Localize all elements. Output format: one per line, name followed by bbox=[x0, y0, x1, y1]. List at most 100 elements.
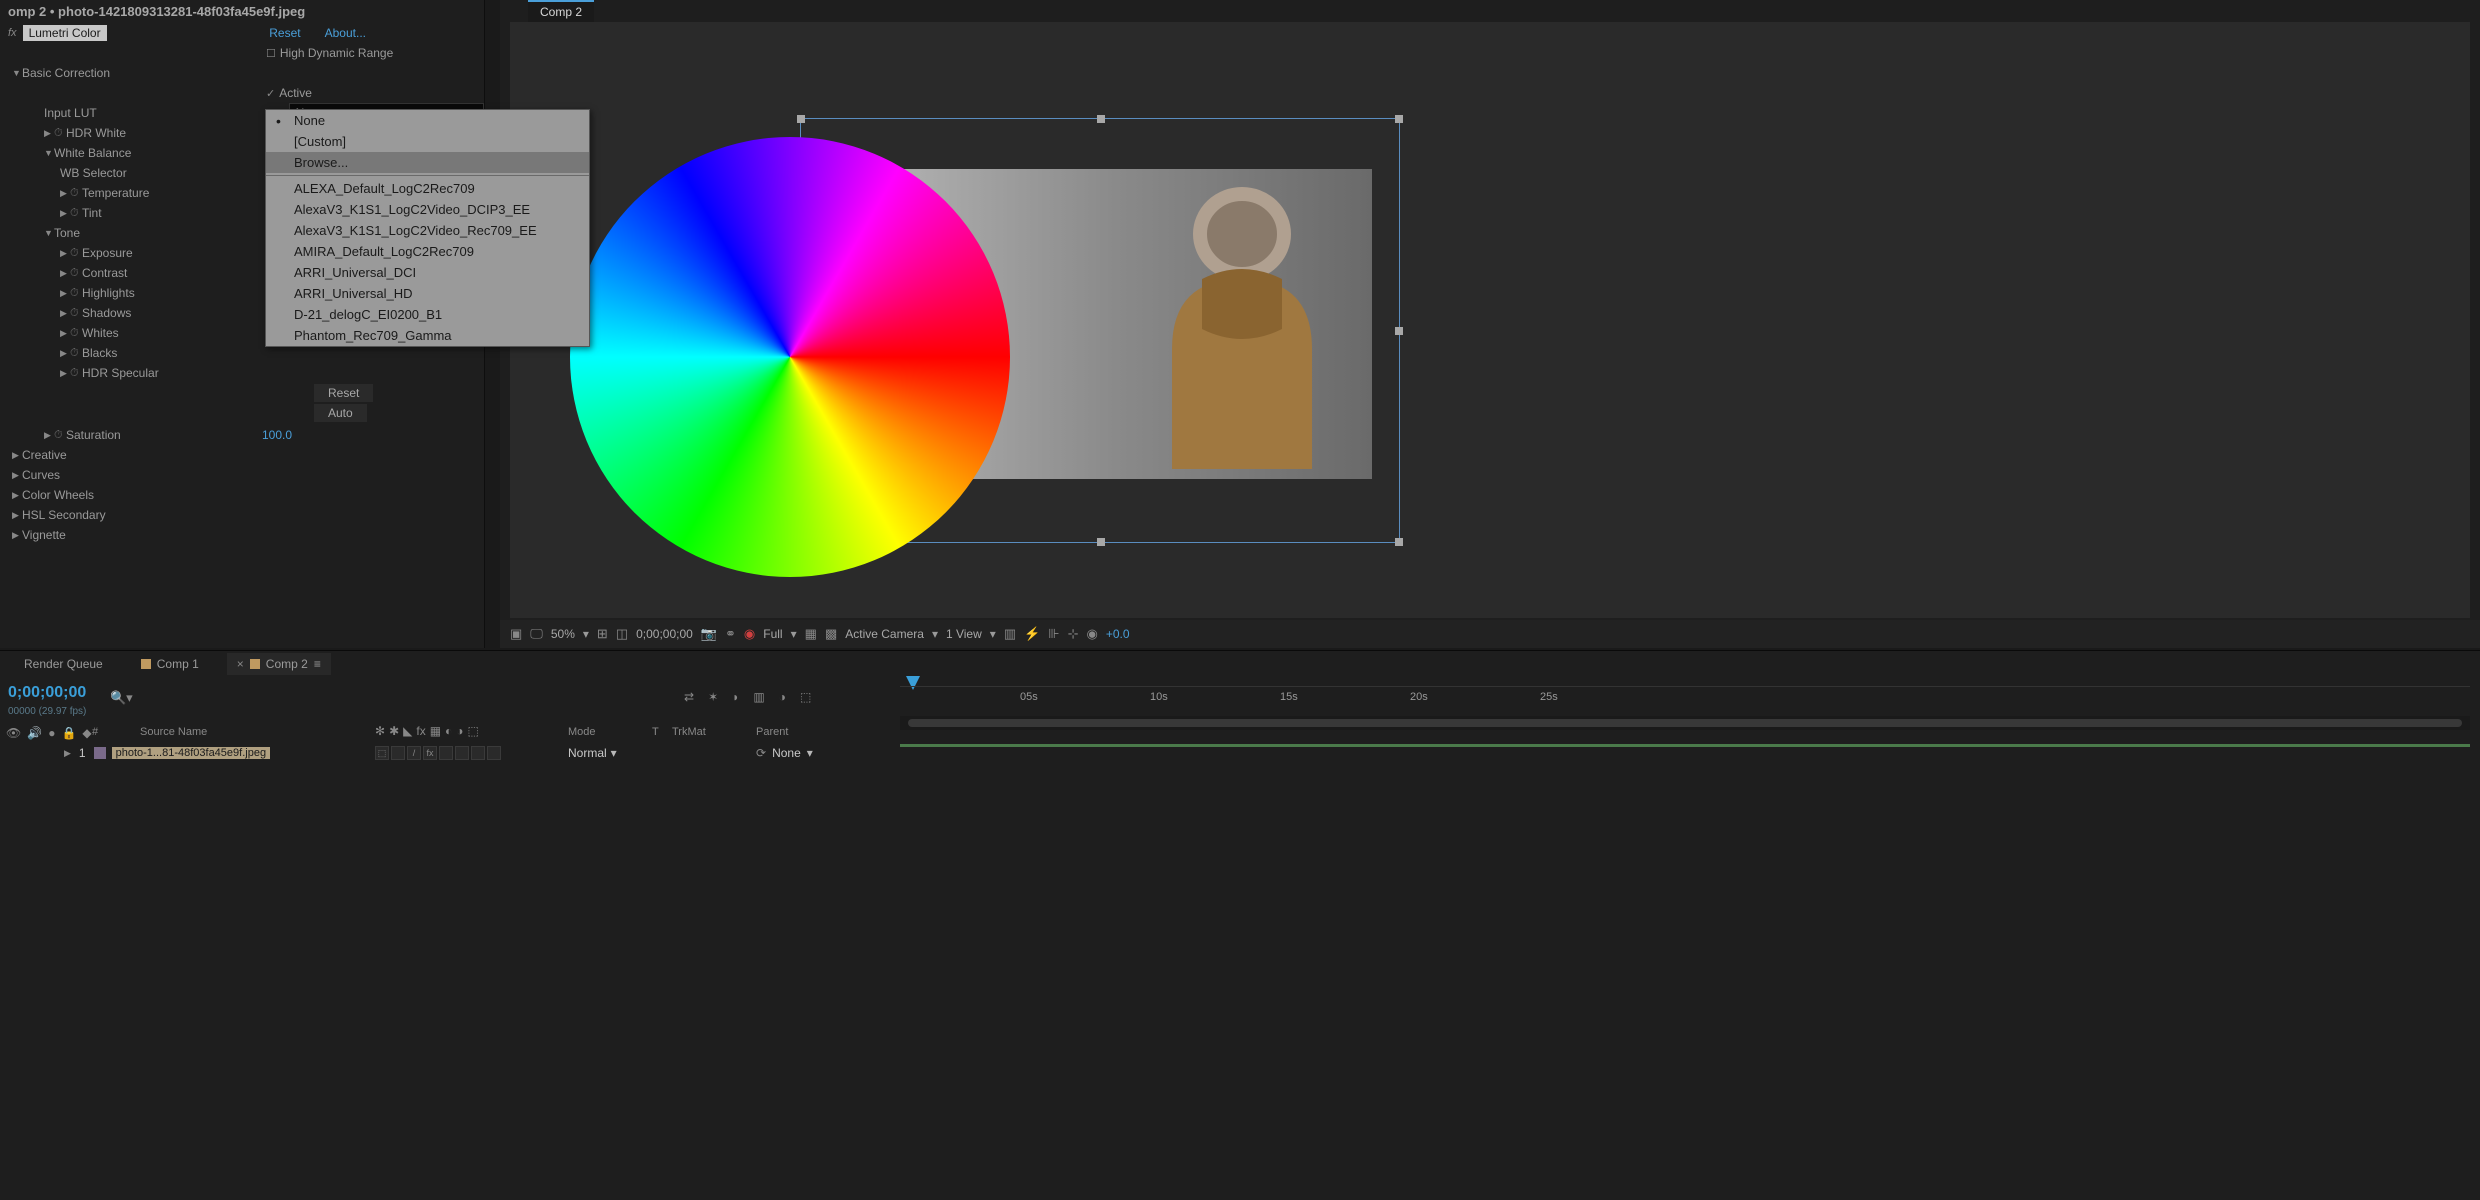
hsl-secondary-section[interactable]: HSL Secondary bbox=[22, 508, 106, 522]
draft-3d-icon[interactable]: ◑ bbox=[779, 690, 786, 704]
snapshot-icon[interactable]: ▣ bbox=[510, 626, 522, 642]
view-dropdown[interactable]: 1 View bbox=[946, 627, 982, 641]
audio-icon[interactable]: 🔊 bbox=[27, 726, 42, 740]
switch-header-icon[interactable]: ⬚ bbox=[468, 724, 479, 738]
disclosure-icon[interactable]: ▶ bbox=[44, 430, 54, 441]
disclosure-icon[interactable]: ▶ bbox=[60, 348, 70, 359]
switch-header-icon[interactable]: ◐ bbox=[445, 724, 452, 738]
disclosure-icon[interactable]: ▶ bbox=[12, 450, 22, 461]
lut-option[interactable]: ALEXA_Default_LogC2Rec709 bbox=[266, 178, 589, 199]
white-balance-section[interactable]: White Balance bbox=[54, 146, 131, 160]
curves-section[interactable]: Curves bbox=[22, 468, 60, 482]
disclosure-icon[interactable]: ▼ bbox=[12, 68, 22, 78]
lut-option[interactable]: AMIRA_Default_LogC2Rec709 bbox=[266, 241, 589, 262]
layer-switch[interactable]: fx bbox=[423, 746, 437, 760]
fast-preview-icon[interactable]: ⚡ bbox=[1024, 626, 1040, 642]
stopwatch-icon[interactable]: ⏱ bbox=[70, 327, 82, 340]
zoom-level[interactable]: 50% bbox=[551, 627, 575, 641]
stopwatch-icon[interactable]: ⏱ bbox=[70, 187, 82, 200]
selection-handle[interactable] bbox=[797, 115, 805, 123]
lut-option[interactable]: ARRI_Universal_HD bbox=[266, 283, 589, 304]
stopwatch-icon[interactable]: ⏱ bbox=[70, 307, 82, 320]
disclosure-icon[interactable]: ▶ bbox=[60, 308, 70, 319]
disclosure-icon[interactable]: ▼ bbox=[44, 148, 54, 158]
solo-icon[interactable]: ● bbox=[48, 726, 55, 740]
hdr-specular-prop[interactable]: HDR Specular bbox=[82, 366, 159, 380]
eye-icon[interactable]: 👁 bbox=[6, 726, 21, 740]
temperature-prop[interactable]: Temperature bbox=[82, 186, 149, 200]
selection-handle[interactable] bbox=[1395, 327, 1403, 335]
pickwhip-icon[interactable]: ⟳ bbox=[756, 746, 766, 760]
switch-header-icon[interactable]: ▦ bbox=[430, 724, 441, 738]
reset-link[interactable]: Reset bbox=[269, 26, 300, 40]
vignette-section[interactable]: Vignette bbox=[22, 528, 66, 542]
shy-icon[interactable]: ⇄ bbox=[684, 690, 694, 704]
highlights-prop[interactable]: Highlights bbox=[82, 286, 135, 300]
disclosure-icon[interactable]: ▶ bbox=[60, 208, 70, 219]
stopwatch-icon[interactable]: ⏱ bbox=[70, 287, 82, 300]
creative-section[interactable]: Creative bbox=[22, 448, 67, 462]
switch-header-icon[interactable]: fx bbox=[416, 724, 425, 738]
switch-header-icon[interactable]: ✱ bbox=[389, 724, 399, 738]
layer-switch[interactable] bbox=[487, 746, 501, 760]
tint-prop[interactable]: Tint bbox=[82, 206, 102, 220]
motion-blur-icon[interactable]: ◗ bbox=[732, 690, 739, 704]
lut-option[interactable]: ARRI_Universal_DCI bbox=[266, 262, 589, 283]
stopwatch-icon[interactable]: ⏱ bbox=[70, 347, 82, 360]
stopwatch-icon[interactable]: ⏱ bbox=[54, 429, 66, 442]
chevron-down-icon[interactable]: ▾ bbox=[932, 627, 938, 641]
contrast-prop[interactable]: Contrast bbox=[82, 266, 127, 280]
saturation-value[interactable]: 100.0 bbox=[262, 428, 292, 442]
selection-handle[interactable] bbox=[1097, 115, 1105, 123]
stopwatch-icon[interactable]: ⏱ bbox=[70, 267, 82, 280]
disclosure-icon[interactable]: ▶ bbox=[12, 510, 22, 521]
lut-option-custom[interactable]: [Custom] bbox=[266, 131, 589, 152]
camera-dropdown[interactable]: Active Camera bbox=[845, 627, 924, 641]
layer-duration-bar[interactable] bbox=[900, 744, 2470, 747]
color-wheels-section[interactable]: Color Wheels bbox=[22, 488, 94, 502]
monitor-icon[interactable]: 🖵 bbox=[530, 626, 543, 642]
column-mode[interactable]: Mode bbox=[568, 726, 596, 738]
about-link[interactable]: About... bbox=[325, 26, 366, 40]
tone-section[interactable]: Tone bbox=[54, 226, 80, 240]
disclosure-icon[interactable]: ▶ bbox=[12, 530, 22, 541]
disclosure-icon[interactable]: ▶ bbox=[60, 328, 70, 339]
transparency-icon[interactable]: ⚭ bbox=[725, 626, 736, 642]
chevron-down-icon[interactable]: ▾ bbox=[791, 627, 797, 641]
pixel-aspect-icon[interactable]: ▥ bbox=[1004, 626, 1016, 642]
layer-switch[interactable]: / bbox=[407, 746, 421, 760]
selection-handle[interactable] bbox=[1395, 538, 1403, 546]
column-source-name[interactable]: Source Name bbox=[140, 726, 207, 738]
chevron-down-icon[interactable]: ▾ bbox=[990, 627, 996, 641]
timeline-icon[interactable]: ⊪ bbox=[1048, 626, 1059, 642]
lut-option[interactable]: Phantom_Rec709_Gamma bbox=[266, 325, 589, 346]
switch-header-icon[interactable]: ✻ bbox=[375, 724, 385, 738]
frame-blend-icon[interactable]: ✶ bbox=[708, 690, 718, 704]
stopwatch-icon[interactable]: ⏱ bbox=[70, 247, 82, 260]
timeline-timecode[interactable]: 0;00;00;00 bbox=[8, 684, 86, 702]
reset-button[interactable]: Reset bbox=[314, 384, 373, 402]
chevron-down-icon[interactable]: ▾ bbox=[611, 746, 617, 760]
resolution-dropdown[interactable]: Full bbox=[763, 627, 782, 641]
selection-handle[interactable] bbox=[1395, 115, 1403, 123]
disclosure-icon[interactable]: ▼ bbox=[44, 228, 54, 238]
disclosure-icon[interactable]: ▶ bbox=[12, 470, 22, 481]
chevron-down-icon[interactable]: ▾ bbox=[807, 746, 813, 760]
layer-switch[interactable] bbox=[439, 746, 453, 760]
lock-icon[interactable]: 🔒 bbox=[61, 726, 76, 740]
disclosure-icon[interactable]: ▶ bbox=[60, 288, 70, 299]
hdr-checkbox[interactable]: ☐ bbox=[266, 47, 276, 60]
grid-icon[interactable]: ▩ bbox=[825, 626, 837, 642]
disclosure-icon[interactable]: ▶ bbox=[60, 268, 70, 279]
camera-icon[interactable]: 📷 bbox=[701, 626, 717, 642]
search-icon[interactable]: 🔍▾ bbox=[110, 690, 133, 706]
chevron-down-icon[interactable]: ▾ bbox=[583, 627, 589, 641]
color-icon[interactable]: ◉ bbox=[744, 626, 755, 642]
reset-exposure-icon[interactable]: ◉ bbox=[1087, 626, 1098, 642]
mask-icon[interactable]: ◫ bbox=[616, 626, 628, 642]
exposure-prop[interactable]: Exposure bbox=[82, 246, 133, 260]
lut-option[interactable]: AlexaV3_K1S1_LogC2Video_DCIP3_EE bbox=[266, 199, 589, 220]
lut-option[interactable]: AlexaV3_K1S1_LogC2Video_Rec709_EE bbox=[266, 220, 589, 241]
viewer-tab[interactable]: Comp 2 bbox=[528, 0, 594, 22]
layer-switch[interactable] bbox=[391, 746, 405, 760]
